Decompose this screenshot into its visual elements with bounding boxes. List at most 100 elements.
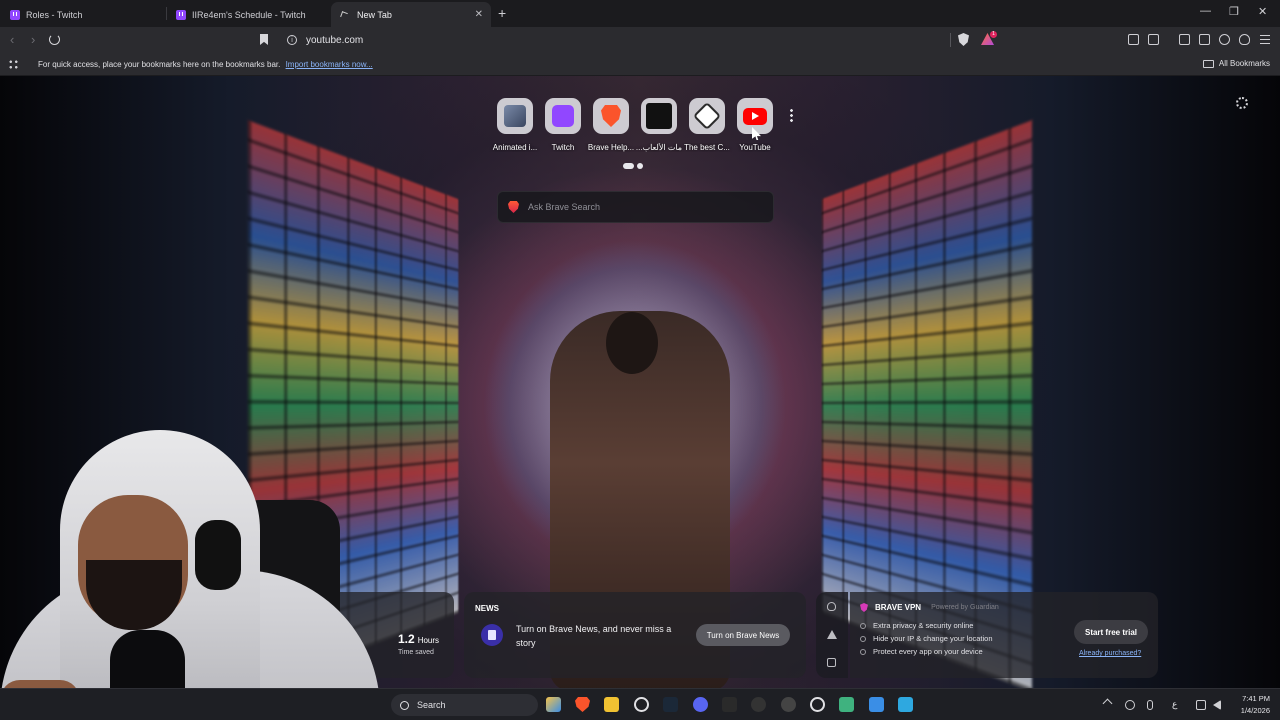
brave-browser-icon[interactable] <box>575 697 590 712</box>
site-info-icon[interactable]: i <box>287 35 297 45</box>
vpn-widget: BRAVE VPN Powered by Guardian Extra priv… <box>850 592 1158 678</box>
tab-strip: Roles - Twitch IIRe4em's Schedule - Twit… <box>0 0 1280 27</box>
top-site-games[interactable]: ...مات الألعاب <box>633 98 685 152</box>
rewards-tab-icon[interactable] <box>827 630 837 639</box>
youtube-icon <box>737 98 773 134</box>
page-dot[interactable] <box>637 163 643 169</box>
back-button[interactable]: ‹ <box>10 32 14 47</box>
search-box[interactable]: Ask Brave Search <box>497 191 774 223</box>
start-free-trial-button[interactable]: Start free trial <box>1074 620 1148 644</box>
wallet-icon[interactable] <box>1199 34 1210 45</box>
stat-unit: Hours <box>417 636 440 645</box>
settings-gear-icon[interactable] <box>634 697 649 712</box>
tab-new-tab[interactable]: New Tab ✕ <box>331 2 491 27</box>
tab-title: Roles - Twitch <box>26 9 83 20</box>
clock-time[interactable]: 7:41 PM <box>1230 694 1270 703</box>
top-sites-more-icon[interactable] <box>790 108 793 122</box>
vpn-header: BRAVE VPN Powered by Guardian <box>860 603 999 612</box>
widget-switcher <box>816 592 848 678</box>
vpn-shield-icon[interactable] <box>1239 34 1250 45</box>
menu-icon[interactable] <box>1260 35 1270 44</box>
address-bar[interactable]: i youtube.com <box>278 30 998 50</box>
vpn-feature: Protect every app on your device <box>860 647 983 656</box>
vpn-name: BRAVE VPN <box>875 603 922 612</box>
vpn-logo-icon <box>860 603 868 612</box>
top-site-brave-help[interactable]: Brave Help... <box>585 98 637 152</box>
microphone-icon[interactable] <box>1147 700 1153 710</box>
vpn-feature: Hide your IP & change your location <box>860 634 993 643</box>
app-icon[interactable] <box>751 697 766 712</box>
close-tab-icon[interactable]: ✕ <box>475 9 483 20</box>
vpn-feature: Extra privacy & security online <box>860 621 973 630</box>
top-sites-pager <box>623 163 643 169</box>
stat-number: 1.2 <box>398 632 415 646</box>
loading-icon <box>340 10 348 19</box>
top-site-label: The best C... <box>684 143 730 152</box>
volume-icon[interactable] <box>1213 700 1221 710</box>
store-icon[interactable] <box>546 697 561 712</box>
already-purchased-link[interactable]: Already purchased? <box>1079 650 1141 657</box>
discord-icon[interactable] <box>693 697 708 712</box>
top-site-the-best[interactable]: The best C... <box>681 98 733 152</box>
taskbar-search-label: Search <box>417 700 446 710</box>
vpn-powered-by: Powered by Guardian <box>931 604 999 611</box>
customize-settings-icon[interactable] <box>1236 97 1248 109</box>
news-title: NEWS <box>475 604 499 613</box>
tab-title: New Tab <box>357 9 392 20</box>
top-site-twitch[interactable]: Twitch <box>537 98 589 152</box>
top-site-youtube[interactable]: YouTube <box>729 98 781 152</box>
extensions-icon[interactable] <box>1128 34 1139 45</box>
tray-overflow-icon[interactable] <box>1102 698 1113 709</box>
close-window-button[interactable]: ✕ <box>1258 5 1267 18</box>
steam-icon[interactable] <box>663 697 678 712</box>
app-icon[interactable] <box>810 697 825 712</box>
news-text: Turn on Brave News, and never miss a sto… <box>516 624 672 648</box>
search-input[interactable]: Ask Brave Search <box>528 202 600 212</box>
divider <box>950 33 951 47</box>
minimize-button[interactable]: — <box>1200 5 1211 17</box>
taskbar-search[interactable]: Search <box>391 694 538 716</box>
restore-button[interactable]: ❐ <box>1229 5 1239 18</box>
page-dot-active[interactable] <box>623 163 634 169</box>
network-icon[interactable] <box>1196 700 1206 710</box>
headphones <box>195 520 241 590</box>
app-icon[interactable] <box>869 697 884 712</box>
app-icon[interactable] <box>898 697 913 712</box>
app-icon[interactable] <box>781 697 796 712</box>
sync-icon[interactable] <box>1125 700 1135 710</box>
clock-date[interactable]: 1/4/2026 <box>1230 706 1270 715</box>
new-tab-button[interactable]: + <box>498 5 506 21</box>
stat-label: Time saved <box>398 649 434 656</box>
forward-button[interactable]: › <box>31 32 35 47</box>
leo-ai-icon[interactable] <box>1219 34 1230 45</box>
sidebar-icon[interactable] <box>1179 34 1190 45</box>
dice-icon <box>689 98 725 134</box>
twitch-favicon-icon <box>10 9 20 20</box>
all-bookmarks-button[interactable]: All Bookmarks <box>1202 59 1270 68</box>
brave-icon <box>593 98 629 134</box>
apps-grid-icon[interactable] <box>8 59 19 70</box>
check-icon <box>860 622 866 629</box>
rewards-badge: 1 <box>990 31 997 38</box>
bookmarks-bar: For quick access, place your bookmarks h… <box>0 53 1280 76</box>
top-site-animated[interactable]: Animated i... <box>489 98 541 152</box>
tab-title: IIRe4em's Schedule - Twitch <box>192 9 306 20</box>
app-icon[interactable] <box>839 697 854 712</box>
tab-roles-twitch[interactable]: Roles - Twitch <box>0 2 166 27</box>
talk-tab-icon[interactable] <box>827 658 836 667</box>
tab-search-icon[interactable] <box>1148 34 1159 45</box>
tab-schedule-twitch[interactable]: IIRe4em's Schedule - Twitch <box>166 2 331 27</box>
turn-on-news-button[interactable]: Turn on Brave News <box>696 624 790 646</box>
top-site-label: ...مات الألعاب <box>635 143 683 152</box>
check-icon <box>860 648 866 655</box>
animated-icon <box>497 98 533 134</box>
url-text[interactable]: youtube.com <box>306 35 363 46</box>
language-indicator[interactable]: ع <box>1172 699 1177 710</box>
epic-games-icon[interactable] <box>722 697 737 712</box>
import-bookmarks-link[interactable]: Import bookmarks now... <box>286 60 373 69</box>
vpn-tab-icon[interactable] <box>827 602 836 611</box>
stop-loading-button[interactable] <box>49 34 60 45</box>
bookmark-icon[interactable] <box>260 34 268 45</box>
file-explorer-icon[interactable] <box>604 697 619 712</box>
twitch-icon <box>545 98 581 134</box>
